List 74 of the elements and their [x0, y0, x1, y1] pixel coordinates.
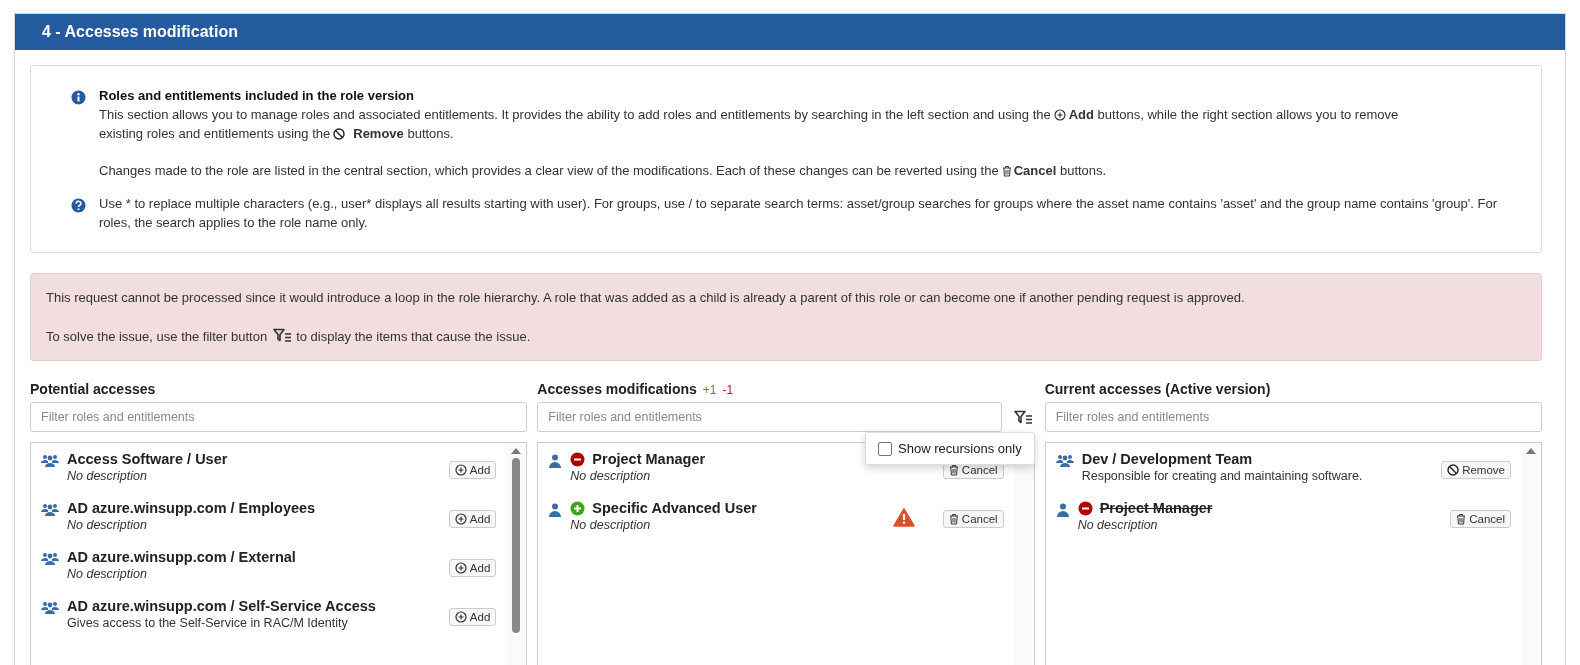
- checkbox-label: Show recursions only: [898, 441, 1022, 456]
- help-text: Use * to replace multiple characters (e.g., user* displays all results starting with user). For groups, use / to separate search terms: asset/group searches for groups where the asset name contains 'asset' and the group name contains 'group'. For roles, the search applies to the role name only.: [99, 195, 1498, 232]
- access-description: No description: [67, 469, 148, 483]
- column-title: Potential accesses: [30, 381, 156, 397]
- trash-icon: [1456, 513, 1467, 525]
- add-icon: [454, 611, 467, 623]
- access-description: No description: [570, 518, 652, 532]
- filter-field[interactable]: Filter roles and entitlements: [1044, 402, 1542, 432]
- column-title: Current accesses (Active version): [1044, 381, 1271, 397]
- plus-icon: [570, 500, 586, 516]
- info-text: This section allows you to manage roles and associated entitlements. It provides the ability to add roles and entitlements by searching in the left section and using the: [99, 107, 1051, 122]
- add-icon: [454, 513, 467, 525]
- access-description: No description: [67, 518, 148, 532]
- add-button[interactable]: Add: [448, 510, 497, 528]
- trash-icon: [948, 464, 959, 476]
- access-description: No description: [1077, 518, 1159, 532]
- access-name: Specific Advanced User: [592, 500, 757, 516]
- add-button[interactable]: Add: [448, 461, 497, 479]
- access-description: No description: [67, 567, 148, 581]
- alert-text: To solve the issue, use the filter button: [46, 329, 268, 344]
- access-name: AD azure.winsupp.com / External: [67, 549, 296, 565]
- panel-title: 4 - Accesses modification: [15, 14, 1565, 50]
- access-name: Project Manager: [592, 451, 706, 467]
- info-text: Changes made to the role are listed in the central section, which provides a clear view of the modifications. Each of these changes can be reverted using the: [99, 163, 999, 178]
- group-icon: [41, 503, 59, 517]
- scroll-up-icon[interactable]: [1526, 448, 1536, 454]
- recursions-checkbox[interactable]: [878, 441, 893, 456]
- scroll-up-icon[interactable]: [511, 448, 522, 454]
- access-description: Gives access to the Self-Service in RAC/M Identity: [67, 616, 349, 630]
- info-text: existing roles and entitlements using the: [99, 126, 331, 141]
- removed-count: -1: [722, 383, 734, 397]
- minus-icon: [570, 451, 586, 467]
- access-description: Responsible for creating and maintaining software.: [1081, 469, 1364, 483]
- filter-icon: [273, 328, 293, 343]
- access-name: Access Software / User: [67, 451, 228, 467]
- remove-button[interactable]: Remove: [1441, 461, 1511, 479]
- user-icon: [548, 454, 563, 468]
- remove-icon: [1447, 464, 1460, 476]
- info-text: Remove buttons.: [353, 126, 454, 141]
- cancel-button[interactable]: Cancel: [942, 510, 1004, 528]
- access-name: AD azure.winsupp.com / Employees: [67, 500, 316, 516]
- group-icon: [41, 454, 59, 468]
- add-icon: [454, 464, 467, 476]
- alert-text: This request cannot be processed since it would introduce a loop in the role hierarchy. A role that was added as a child is already a parent of this role or can become one if another pending request is approved.: [46, 290, 1245, 305]
- add-button[interactable]: Add: [448, 559, 497, 577]
- trash-icon: [1001, 165, 1012, 177]
- user-icon: [1055, 503, 1070, 517]
- trash-icon: [948, 513, 959, 525]
- add-button[interactable]: Add: [448, 608, 497, 626]
- scrollbar[interactable]: [506, 443, 527, 665]
- access-name: Project Manager: [1099, 500, 1213, 516]
- filter-field[interactable]: Filter roles and entitlements: [537, 402, 1002, 432]
- access-name: AD azure.winsupp.com / Self-Service Access: [67, 598, 376, 614]
- cancel-button[interactable]: Cancel: [1450, 510, 1511, 528]
- group-icon: [41, 552, 59, 566]
- info-text: Cancel buttons.: [1013, 163, 1107, 178]
- scrollbar[interactable]: [1521, 443, 1541, 665]
- filter-field[interactable]: Filter roles and entitlements: [30, 402, 528, 432]
- info-heading: Roles and entitlements included in the role version: [99, 87, 415, 105]
- group-icon: [41, 601, 59, 615]
- access-description: No description: [570, 469, 652, 483]
- user-icon: [548, 503, 563, 517]
- info-icon: [71, 90, 86, 105]
- add-icon: [454, 562, 467, 574]
- info-text: Add buttons, while the right section allows you to remove: [1068, 107, 1399, 122]
- remove-icon: [333, 128, 346, 140]
- added-count: +1: [702, 383, 717, 397]
- alert-text: to display the items that cause the issue.: [296, 329, 531, 344]
- minus-icon: [1077, 500, 1093, 516]
- help-icon: [71, 198, 86, 213]
- access-name: Dev / Development Team: [1081, 451, 1253, 467]
- group-icon: [1055, 454, 1074, 468]
- add-icon: [1053, 109, 1066, 121]
- column-title: Accesses modifications: [537, 381, 697, 397]
